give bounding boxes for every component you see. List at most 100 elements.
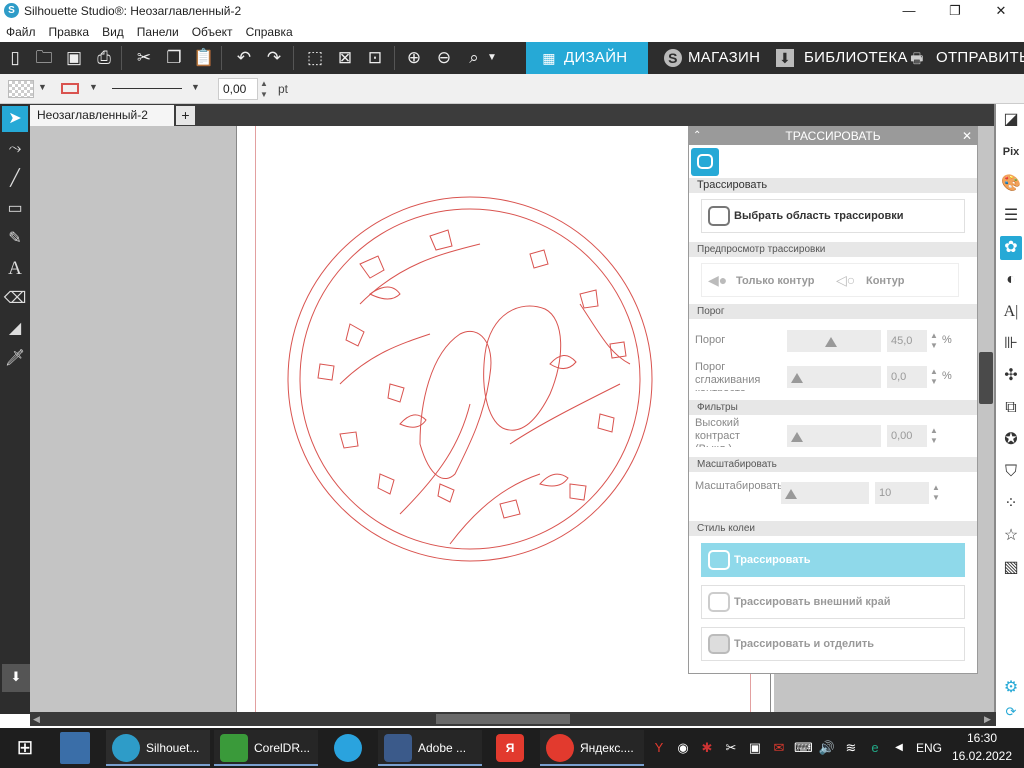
smoothing-input[interactable]: 0,0 [887, 366, 927, 388]
trace-outer-edge-button[interactable]: Трассировать внешний край [701, 585, 965, 619]
clock-date[interactable]: 16.02.2022 [950, 749, 1014, 763]
zoom-in-icon[interactable]: ⊕ [401, 46, 427, 70]
taskbar-silhouette[interactable]: Silhouet... [106, 730, 210, 766]
sketch-icon[interactable]: ☆ [1000, 524, 1022, 548]
collapse-icon[interactable]: ⌃ [693, 127, 701, 145]
scale-stepper[interactable]: ▲ ▼ [932, 483, 940, 503]
select-trace-area-button[interactable]: Выбрать область трассировки [701, 199, 965, 233]
vertical-scrollbar[interactable] [979, 352, 993, 404]
threshold-slider[interactable] [787, 330, 881, 352]
modify-icon[interactable]: ⧉ [1000, 396, 1022, 420]
settings-gear-icon[interactable]: ⚙ [1000, 676, 1022, 700]
save-icon[interactable]: ▣ [61, 46, 87, 70]
tray-tool-icon[interactable]: ✂ [722, 738, 740, 758]
volume-icon[interactable]: 🔊 [818, 738, 836, 758]
slider-thumb[interactable] [791, 373, 803, 383]
scale-slider[interactable] [781, 482, 869, 504]
page-setup-icon[interactable]: ◪ [1000, 108, 1022, 132]
tab-store[interactable]: S МАГАЗИН [650, 42, 768, 74]
sync-icon[interactable]: ⟳ [1000, 700, 1022, 724]
select-all-icon[interactable]: ⬚ [302, 46, 328, 70]
trace-panel-tab-icon[interactable] [691, 148, 719, 176]
text-tool-icon[interactable]: A [2, 256, 28, 282]
preview-outline[interactable]: Контур [866, 275, 904, 287]
new-document-icon[interactable]: ▯ [2, 46, 28, 70]
taskbar-yandex[interactable]: Я [488, 730, 532, 766]
add-tab-button[interactable]: + [176, 106, 195, 125]
redo-icon[interactable]: ↷ [261, 46, 287, 70]
menu-file[interactable]: Файл [6, 22, 36, 42]
scroll-right-icon[interactable]: ▶ [984, 714, 991, 725]
tray-yandex-icon[interactable]: Y [650, 738, 668, 758]
warp-icon[interactable]: ▧ [1000, 556, 1022, 580]
horizontal-scrollbar[interactable]: ◀ ▶ [30, 712, 996, 726]
chevron-down-icon[interactable]: ▼ [191, 82, 200, 92]
tab-library[interactable]: ⬇ БИБЛИОТЕКА [768, 42, 907, 74]
pixscan-icon[interactable]: Pix [1000, 140, 1022, 164]
line-width-input[interactable]: 0,00 [218, 78, 258, 100]
show-hidden-icons[interactable]: ◀ [890, 738, 908, 758]
close-button[interactable]: ✕ [978, 0, 1024, 22]
trace-panel-icon[interactable]: ✿ [1000, 236, 1022, 260]
copy-icon[interactable]: ❐ [161, 46, 187, 70]
tray-antivirus-icon[interactable]: ✱ [698, 738, 716, 758]
eraser-box-icon[interactable]: ⌫ [2, 286, 28, 312]
download-library-icon[interactable]: ⬇ [2, 664, 30, 692]
deselect-icon[interactable]: ⊠ [332, 46, 358, 70]
align-icon[interactable]: ⊪ [1000, 332, 1022, 356]
minimize-button[interactable]: — [886, 0, 932, 22]
maximize-button[interactable]: ❐ [932, 0, 978, 22]
menu-object[interactable]: Объект [192, 22, 233, 42]
tab-design[interactable]: ▦ ДИЗАЙН [526, 42, 648, 74]
smoothing-stepper[interactable]: ▲ ▼ [930, 367, 938, 387]
tab-send[interactable]: 🖶 ОТПРАВИТЬ [900, 42, 1024, 74]
highpass-stepper[interactable]: ▲ ▼ [930, 426, 938, 446]
print-icon[interactable]: ⎙ [91, 46, 117, 70]
paste-icon[interactable]: 📋 [191, 46, 217, 70]
taskbar-coreldraw[interactable]: CorelDR... [214, 730, 318, 766]
menu-edit[interactable]: Правка [49, 22, 90, 42]
rectangle-tool-icon[interactable]: ▭ [2, 196, 28, 222]
scroll-left-icon[interactable]: ◀ [33, 714, 40, 725]
traced-birds-artwork[interactable] [280, 184, 670, 584]
line-tool-icon[interactable]: ╱ [2, 166, 28, 192]
highpass-input[interactable]: 0,00 [887, 425, 927, 447]
group-icon[interactable]: ⊡ [362, 46, 388, 70]
document-tab[interactable]: Неозаглавленный-2 [30, 105, 174, 126]
chevron-down-icon[interactable]: ▼ [484, 46, 500, 70]
highpass-slider[interactable] [787, 425, 881, 447]
chevron-down-icon[interactable]: ▼ [38, 82, 47, 92]
tray-box-icon[interactable]: ▣ [746, 738, 764, 758]
taskbar-yandex-browser[interactable]: Яндекс.... [540, 730, 644, 766]
undo-icon[interactable]: ↶ [231, 46, 257, 70]
clock-time[interactable]: 16:30 [950, 731, 1014, 745]
calculator-icon[interactable] [60, 732, 90, 764]
eraser-tool-icon[interactable]: ◢ [2, 316, 28, 342]
open-folder-icon[interactable]: 🗀 [31, 46, 57, 70]
edit-points-icon[interactable]: ⤳ [2, 136, 28, 162]
replicate-icon[interactable]: ⛉ [1000, 460, 1022, 484]
taskbar-adobe[interactable]: Adobe ... [378, 730, 482, 766]
tray-connect-icon[interactable]: e [866, 738, 884, 758]
slider-thumb[interactable] [791, 432, 803, 442]
fish-outline-icon[interactable]: ◁○ [836, 272, 855, 289]
fish-filled-icon[interactable]: ◀● [708, 272, 727, 289]
slider-thumb[interactable] [785, 489, 797, 499]
line-style-preview[interactable] [112, 88, 182, 89]
tray-usb-icon[interactable]: ⌨ [794, 738, 813, 758]
smoothing-slider[interactable] [787, 366, 881, 388]
transform-icon[interactable]: ✣ [1000, 364, 1022, 388]
trace-detach-button[interactable]: Трассировать и отделить [701, 627, 965, 661]
pencil-tool-icon[interactable]: ✎ [2, 226, 28, 252]
panel-close-icon[interactable]: ✕ [962, 127, 972, 145]
line-color-swatch[interactable] [61, 83, 79, 94]
select-arrow-icon[interactable]: ➤ [2, 106, 28, 132]
text-style-icon[interactable]: A| [1000, 300, 1022, 324]
line-width-stepper[interactable]: ▲ ▼ [260, 78, 268, 100]
windows-start-icon[interactable]: ⊞ [10, 728, 40, 768]
scale-input[interactable]: 10 [875, 482, 929, 504]
transparency-icon[interactable]: ◐ [1000, 268, 1022, 292]
knife-dots-icon[interactable]: ⁘ [1000, 492, 1022, 516]
language-indicator[interactable]: ENG [914, 728, 944, 768]
fill-color-icon[interactable]: 🎨 [1000, 172, 1022, 196]
